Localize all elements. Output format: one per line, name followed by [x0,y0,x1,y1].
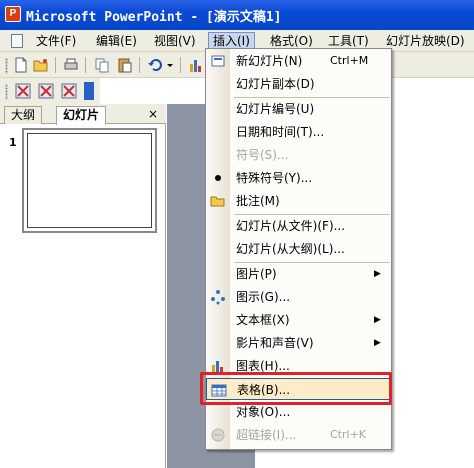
menu-item-comment[interactable]: 批注(M) [206,190,391,212]
new-document-icon[interactable] [12,56,30,74]
slide-design-icon[interactable] [37,82,55,100]
menu-item-hyperlink: 超链接(I)... Ctrl+K [206,424,391,446]
undo-icon[interactable] [146,56,164,74]
menu-item-symbol: 符号(S)... [206,144,391,166]
menu-item-label: 符号(S)... [236,148,289,162]
menu-item-label: 日期和时间(T)... [236,125,325,139]
menu-item-label: 文本框(X) [236,313,290,327]
toolbar-separator [85,57,86,73]
menu-item-label: 幻灯片(从文件)(F)... [236,219,346,233]
slide-layout-icon[interactable] [14,82,32,100]
comment-icon [210,196,225,207]
window-title: Microsoft PowerPoint - [演示文稿1] [26,10,282,25]
open-folder-icon[interactable] [32,56,50,74]
menu-item-label: 幻灯片(从大纲)(L)... [236,242,345,256]
menu-item-label: 影片和声音(V) [236,336,314,350]
menu-item-duplicate-slide[interactable]: 幻灯片副本(D) [206,73,391,95]
new-slide-icon [211,55,225,67]
diagram-icon [211,290,225,305]
powerpoint-app-icon[interactable]: P [5,6,21,22]
submenu-arrow-icon: ▶ [374,269,381,279]
panel-tab-bar: 大纲 幻灯片 × [0,104,166,125]
close-icon[interactable]: × [146,107,160,121]
menu-view[interactable]: 视图(V) [150,32,200,50]
menu-item-new-slide[interactable]: 新幻灯片(N) Ctrl+M [206,50,391,72]
copy-icon[interactable] [93,56,111,74]
menu-item-label: 超链接(I)... [236,428,297,442]
menu-item-slide-number[interactable]: 幻灯片编号(U) [206,98,391,120]
menu-item-label: 幻灯片副本(D) [236,77,315,91]
menu-item-label: 幻灯片编号(U) [236,102,315,116]
menu-item-special-symbol[interactable]: 特殊符号(Y)... [206,167,391,189]
menu-item-picture[interactable]: 图片(P) ▶ [206,263,391,285]
annotation-highlight-box [200,372,392,405]
drawing-toolbar [0,78,100,104]
tab-outline[interactable]: 大纲 [4,106,43,124]
menu-item-shortcut: Ctrl+K [330,428,367,441]
toolbar-separator [139,57,140,73]
hyperlink-icon [211,428,225,442]
menu-item-textbox[interactable]: 文本框(X) ▶ [206,309,391,331]
print-icon[interactable] [62,56,80,74]
menu-item-label: 图片(P) [236,267,277,281]
slide-number: 1 [9,136,17,149]
toolbar-separator [55,57,56,73]
submenu-arrow-icon: ▶ [374,338,381,348]
tab-slides[interactable]: 幻灯片 [56,106,107,125]
menu-item-label: 批注(M) [236,194,280,208]
menu-item-label: 特殊符号(Y)... [236,171,313,185]
menu-item-date-time[interactable]: 日期和时间(T)... [206,121,391,143]
submenu-arrow-icon: ▶ [374,315,381,325]
title-bar: P Microsoft PowerPoint - [演示文稿1] [0,0,474,30]
bullet-icon [215,175,221,181]
menu-item-slide-from-file[interactable]: 幻灯片(从文件)(F)... [206,215,391,237]
menu-item-slide-from-outline[interactable]: 幻灯片(从大纲)(L)... [206,238,391,260]
menu-file[interactable]: 文件(F) [32,32,80,50]
chart-toolbar-icon[interactable] [187,56,205,74]
toolbar-grip[interactable] [5,58,8,74]
menu-item-movies-sounds[interactable]: 影片和声音(V) ▶ [206,332,391,354]
document-icon[interactable] [11,34,23,48]
menu-slideshow[interactable]: 幻灯片放映(D) [382,32,469,50]
menu-item-label: 图示(G)... [236,290,291,304]
toolbar-separator [180,57,181,73]
menu-item-label: 新幻灯片(N) [236,54,303,68]
menu-item-diagram[interactable]: 图示(G)... [206,286,391,308]
slide-transition-icon[interactable] [60,82,78,100]
paste-icon[interactable] [116,56,134,74]
toolbar-options-icon[interactable] [84,82,94,100]
slide-thumbnail[interactable] [22,128,157,233]
undo-dropdown-icon[interactable] [166,56,174,74]
menu-edit[interactable]: 编辑(E) [92,32,141,50]
toolbar-grip[interactable] [5,84,8,100]
menu-item-shortcut: Ctrl+M [330,54,369,67]
